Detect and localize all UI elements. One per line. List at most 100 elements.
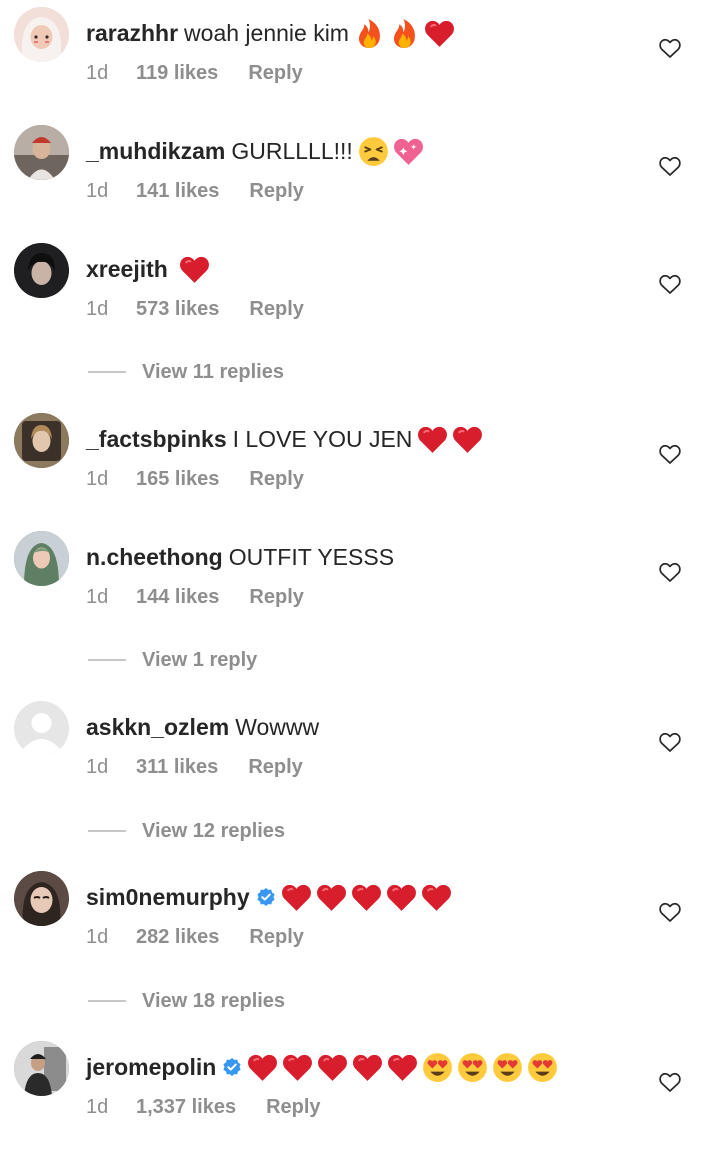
like-heart-icon[interactable]: [658, 154, 682, 178]
avatar[interactable]: [14, 243, 69, 298]
comment-meta: 1d 141 likes Reply: [86, 180, 304, 203]
avatar[interactable]: [14, 413, 69, 468]
comment-time: 1d: [86, 468, 109, 490]
comment-emojis: [246, 1051, 559, 1084]
avatar[interactable]: [14, 125, 69, 180]
red-heart-icon: [280, 881, 313, 914]
like-heart-icon[interactable]: [658, 730, 682, 754]
red-heart-icon: [315, 881, 348, 914]
fire-icon: [353, 17, 386, 50]
comment-meta: 1d 144 likes Reply: [86, 586, 304, 609]
comment-emojis: [280, 881, 453, 914]
like-heart-icon[interactable]: [658, 900, 682, 924]
comment-username[interactable]: xreejith: [86, 256, 168, 283]
comment-likes-count[interactable]: 282 likes: [136, 926, 219, 949]
comment-username[interactable]: rarazhhr: [86, 20, 178, 47]
comment-username[interactable]: jeromepolin: [86, 1054, 216, 1081]
avatar[interactable]: [14, 7, 69, 62]
avatar[interactable]: [14, 531, 69, 586]
comment-item: askkn_ozlem Wowww 1d 311 likes Reply: [0, 701, 714, 820]
red-heart-icon: [386, 1051, 419, 1084]
red-heart-icon: [416, 423, 449, 456]
reply-button[interactable]: Reply: [248, 62, 302, 85]
comment-time: 1d: [86, 180, 109, 202]
reply-button[interactable]: Reply: [249, 586, 303, 609]
comment-line: sim0nemurphy: [86, 880, 453, 914]
comment-likes-count[interactable]: 141 likes: [136, 180, 219, 203]
comment-line: _muhdikzam GURLLLL!!!: [86, 134, 425, 168]
comment-text: Wowww: [235, 713, 320, 740]
view-replies-button[interactable]: View 18 replies: [88, 986, 285, 1016]
red-heart-icon: [385, 881, 418, 914]
red-heart-icon: [178, 253, 211, 286]
like-heart-icon[interactable]: [658, 36, 682, 60]
divider-line: [88, 1000, 126, 1002]
like-heart-icon[interactable]: [658, 272, 682, 296]
comment-likes-count[interactable]: 144 likes: [136, 586, 219, 609]
reply-button[interactable]: Reply: [249, 180, 303, 203]
comment-likes-count[interactable]: 311 likes: [136, 756, 218, 779]
avatar[interactable]: [14, 1041, 69, 1096]
comment-username[interactable]: sim0nemurphy: [86, 884, 250, 911]
red-heart-icon: [246, 1051, 279, 1084]
avatar[interactable]: [14, 701, 69, 756]
comment-item: n.cheethong OUTFIT YESSS 1d 144 likes Re…: [0, 531, 714, 650]
comment-text: GURLLLL!!!: [231, 137, 353, 164]
reply-button[interactable]: Reply: [249, 926, 303, 949]
comment-meta: 1d 311 likes Reply: [86, 756, 303, 779]
red-heart-icon: [423, 17, 456, 50]
view-replies-button[interactable]: View 1 reply: [88, 645, 257, 675]
comment-line: xreejith: [86, 252, 211, 286]
view-replies-label[interactable]: View 11 replies: [142, 361, 284, 384]
comment-username[interactable]: n.cheethong: [86, 544, 223, 571]
weary-face-icon: [357, 135, 390, 168]
comment-item: _muhdikzam GURLLLL!!! 1d 141 likes Reply: [0, 125, 714, 244]
red-heart-icon: [451, 423, 484, 456]
comment-time: 1d: [86, 756, 109, 778]
sparkling-heart-icon: [392, 135, 425, 168]
comment-username[interactable]: askkn_ozlem: [86, 714, 229, 741]
comment-item: rarazhhr woah jennie kim 1d 119 likes Re…: [0, 7, 714, 126]
reply-button[interactable]: Reply: [266, 1096, 320, 1119]
default-avatar-icon: [14, 701, 69, 756]
comment-time: 1d: [86, 62, 109, 84]
comment-text: I LOVE YOU JEN: [232, 425, 413, 452]
reply-button[interactable]: Reply: [249, 468, 303, 491]
verified-badge-icon: [257, 888, 275, 906]
comment-time: 1d: [86, 298, 109, 320]
like-heart-icon[interactable]: [658, 442, 682, 466]
comment-username[interactable]: _factsbpinks: [86, 426, 227, 453]
comment-likes-count[interactable]: 573 likes: [136, 298, 219, 321]
comment-username[interactable]: _muhdikzam: [86, 138, 225, 165]
view-replies-button[interactable]: View 11 replies: [88, 357, 284, 387]
like-heart-icon[interactable]: [658, 1070, 682, 1094]
reply-button[interactable]: Reply: [248, 756, 302, 779]
comment-item: jeromepolin 1d 1,337 likes Reply: [0, 1041, 714, 1160]
comment-item: sim0nemurphy 1d 282 likes Reply: [0, 871, 714, 990]
heart-eyes-icon: [456, 1051, 489, 1084]
reply-button[interactable]: Reply: [249, 298, 303, 321]
comment-meta: 1d 1,337 likes Reply: [86, 1096, 321, 1119]
fire-icon: [388, 17, 421, 50]
comment-emojis: [357, 135, 425, 168]
heart-eyes-icon: [491, 1051, 524, 1084]
view-replies-button[interactable]: View 12 replies: [88, 816, 285, 846]
red-heart-icon: [316, 1051, 349, 1084]
comment-likes-count[interactable]: 165 likes: [136, 468, 219, 491]
comment-likes-count[interactable]: 119 likes: [136, 62, 218, 85]
heart-eyes-icon: [421, 1051, 454, 1084]
comment-line: askkn_ozlem Wowww: [86, 710, 323, 744]
red-heart-icon: [420, 881, 453, 914]
view-replies-label[interactable]: View 12 replies: [142, 820, 285, 843]
heart-eyes-icon: [526, 1051, 559, 1084]
comment-emojis: [178, 253, 211, 286]
divider-line: [88, 659, 126, 661]
comment-likes-count[interactable]: 1,337 likes: [136, 1096, 236, 1119]
comment-meta: 1d 165 likes Reply: [86, 468, 304, 491]
like-heart-icon[interactable]: [658, 560, 682, 584]
comment-line: n.cheethong OUTFIT YESSS: [86, 540, 398, 574]
view-replies-label[interactable]: View 18 replies: [142, 990, 285, 1013]
comment-meta: 1d 119 likes Reply: [86, 62, 303, 85]
avatar[interactable]: [14, 871, 69, 926]
view-replies-label[interactable]: View 1 reply: [142, 649, 257, 672]
